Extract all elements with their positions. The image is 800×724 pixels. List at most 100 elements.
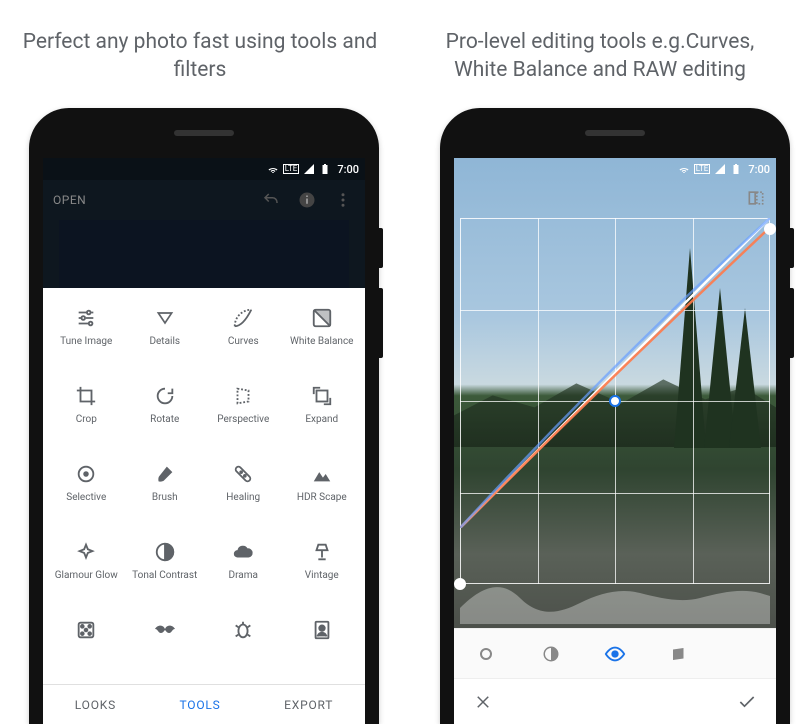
mountains-icon [310,462,334,486]
mustache-icon [153,618,177,642]
curve-line [460,218,770,528]
tool-label: Glamour Glow [55,570,118,582]
bug-icon [231,618,255,642]
crop-icon [74,384,98,408]
expand-icon [310,384,334,408]
nav-tools[interactable]: TOOLS [180,698,221,712]
compare-icon [746,188,766,208]
tool-rotate[interactable]: Rotate [126,376,205,454]
tool-label: Curves [228,336,259,348]
tool-label: Healing [226,492,260,504]
caption-left: Perfect any photo fast using tools and f… [0,28,400,84]
close-button[interactable] [472,691,494,713]
tool-label: White Balance [290,336,353,348]
tool-label: HDR Scape [297,492,347,504]
sliders-icon [74,306,98,330]
tool-label: Crop [76,414,97,426]
tool-label: Selective [66,492,106,504]
wifi-icon [678,163,690,175]
tool-selective[interactable]: Selective [47,454,126,532]
curve-node-mid[interactable] [609,395,621,407]
tool-item[interactable] [204,610,283,652]
tool-hdr-scape[interactable]: HDR Scape [283,454,362,532]
status-bar: LTE 7:00 [43,158,365,180]
tool-label: Vintage [305,570,339,582]
channel-eye[interactable] [602,641,628,667]
undo-icon[interactable] [259,188,283,212]
tool-drama[interactable]: Drama [204,532,283,610]
phone-side-button [379,228,383,268]
tool-item[interactable] [47,610,126,652]
phone-side-button [790,228,794,268]
tool-vintage[interactable]: Vintage [283,532,362,610]
open-button[interactable]: OPEN [53,193,86,207]
dice-icon [74,618,98,642]
info-icon[interactable] [295,188,319,212]
tool-item[interactable] [126,610,205,652]
tool-tune-image[interactable]: Tune Image [47,298,126,376]
perspective-icon [231,384,255,408]
tool-grid: Tune Image Details Curves White Bal [43,288,365,652]
phone-speaker [174,130,234,136]
nav-export[interactable]: EXPORT [284,698,333,712]
caption-right: Pro-level editing tools e.g.Curves, Whit… [400,28,800,84]
top-app-bar: OPEN [43,180,365,220]
phone-speaker [585,130,645,136]
bandage-icon [231,462,255,486]
tool-label: Rotate [150,414,179,426]
tool-perspective[interactable]: Perspective [204,376,283,454]
overflow-menu-icon[interactable] [331,188,355,212]
tool-details[interactable]: Details [126,298,205,376]
compare-button[interactable] [736,180,776,216]
tool-label: Brush [152,492,178,504]
curves-channel-toolbar [454,628,776,678]
portrait-icon [310,618,334,642]
promo-panel-left: Perfect any photo fast using tools and f… [0,0,400,724]
curve-node-highlight[interactable] [764,223,776,235]
signal-icon [714,163,726,175]
tool-tonal-contrast[interactable]: Tonal Contrast [126,532,205,610]
tool-label: Expand [305,414,338,426]
confirm-button[interactable] [736,691,758,713]
battery-icon [730,163,742,175]
cloud-icon [231,540,255,564]
tool-expand[interactable]: Expand [283,376,362,454]
status-bar: LTE 7:00 [454,158,776,180]
tool-label: Tune Image [60,336,112,348]
screen-left: LTE 7:00 OPEN [43,158,365,724]
tool-brush[interactable]: Brush [126,454,205,532]
promo-panel-right: Pro-level editing tools e.g.Curves, Whit… [400,0,800,724]
curves-action-bar [454,678,776,724]
triangle-down-icon [153,306,177,330]
channel-contrast[interactable] [538,641,564,667]
wifi-icon [267,163,279,175]
battery-icon [319,163,331,175]
brush-icon [153,462,177,486]
tool-label: Perspective [217,414,269,426]
tool-healing[interactable]: Healing [204,454,283,532]
target-icon [74,462,98,486]
half-circle-icon [153,540,177,564]
channel-luminance[interactable] [473,641,499,667]
clock: 7:00 [748,163,770,176]
nav-looks[interactable]: LOOKS [75,698,116,712]
rotate-icon [153,384,177,408]
channel-card[interactable] [666,641,692,667]
network-label: LTE [283,164,300,174]
tool-crop[interactable]: Crop [47,376,126,454]
curve-icon [231,306,255,330]
signal-icon [303,163,315,175]
curve-node-shadow[interactable] [454,578,466,590]
tool-label: Drama [229,570,258,582]
phone-frame-left: LTE 7:00 OPEN [29,108,379,724]
tool-glamour-glow[interactable]: Glamour Glow [47,532,126,610]
tool-item[interactable] [283,610,362,652]
bottom-nav: LOOKS TOOLS EXPORT [43,684,365,724]
tool-white-balance[interactable]: White Balance [283,298,362,376]
tool-curves[interactable]: Curves [204,298,283,376]
wb-icon [310,306,334,330]
lamp-icon [310,540,334,564]
sparkle-icon [74,540,98,564]
curves-grid[interactable] [460,218,770,584]
phone-frame-right: LTE 7:00 [440,108,790,724]
